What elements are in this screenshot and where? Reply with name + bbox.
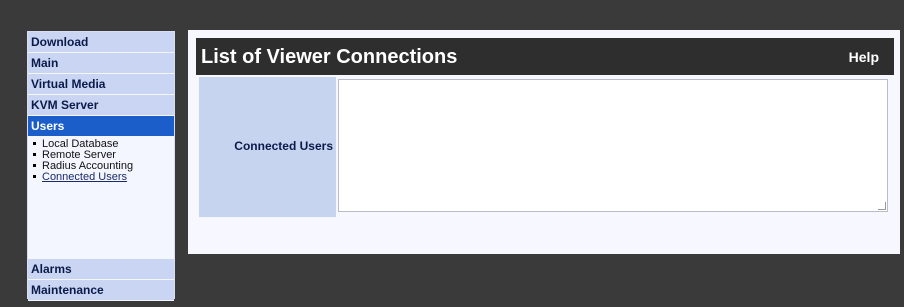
nav-alarms[interactable]: Alarms: [28, 259, 174, 280]
nav-download[interactable]: Download: [28, 32, 174, 53]
nav-users[interactable]: Users: [28, 116, 174, 137]
nav-kvm-server[interactable]: KVM Server: [28, 95, 174, 116]
bullet-icon: [33, 174, 36, 178]
connected-users-label-cell: Connected Users: [199, 77, 336, 217]
subnav-item-connected-users[interactable]: Connected Users: [33, 172, 174, 183]
page-title: List of Viewer Connections: [201, 46, 458, 68]
users-subnav: Local Database Remote Server Radius Acco…: [28, 139, 174, 183]
nav-maintenance[interactable]: Maintenance: [28, 280, 174, 301]
connected-users-textarea[interactable]: [338, 79, 888, 212]
connected-users-label: Connected Users: [234, 139, 333, 153]
subnav-item-label: Connected Users: [42, 171, 127, 183]
resize-handle-icon[interactable]: [878, 202, 886, 210]
help-link[interactable]: Help: [849, 49, 879, 65]
nav-main[interactable]: Main: [28, 53, 174, 74]
nav-virtual-media[interactable]: Virtual Media: [28, 74, 174, 95]
main-panel: List of Viewer Connections Help Connecte…: [188, 30, 900, 254]
sidebar-bottom-group: Alarms Maintenance: [28, 259, 174, 301]
bullet-icon: [33, 152, 36, 156]
bullet-icon: [33, 163, 36, 167]
sidebar-nav: Download Main Virtual Media KVM Server U…: [27, 31, 175, 301]
page-header: List of Viewer Connections Help: [196, 38, 894, 75]
bullet-icon: [33, 141, 36, 145]
